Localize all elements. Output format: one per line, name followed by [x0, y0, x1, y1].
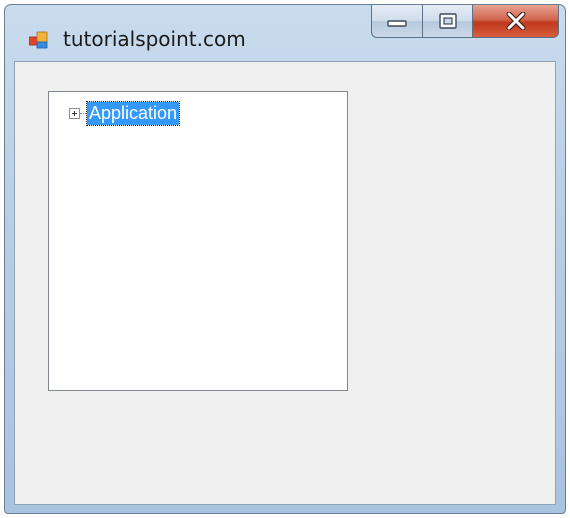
winforms-app-icon	[29, 31, 48, 49]
close-icon	[506, 12, 525, 30]
title-bar[interactable]: tutorialspoint.com	[5, 5, 565, 61]
minimize-icon	[387, 20, 407, 27]
caption-buttons	[371, 5, 559, 41]
close-button[interactable]	[473, 5, 559, 38]
tree-node-application[interactable]: Application	[69, 100, 181, 126]
minimize-button[interactable]	[371, 5, 423, 38]
expand-plus-icon[interactable]	[69, 107, 80, 119]
window-title: tutorialspoint.com	[63, 27, 246, 51]
tree-connector-line	[80, 112, 86, 114]
maximize-icon	[438, 13, 457, 29]
maximize-button[interactable]	[423, 5, 473, 38]
tree-node-label[interactable]: Application	[85, 100, 181, 126]
app-window: tutorialspoint.com Application	[4, 4, 566, 514]
form-client-area: Application	[14, 61, 556, 505]
tree-view[interactable]: Application	[48, 91, 348, 391]
